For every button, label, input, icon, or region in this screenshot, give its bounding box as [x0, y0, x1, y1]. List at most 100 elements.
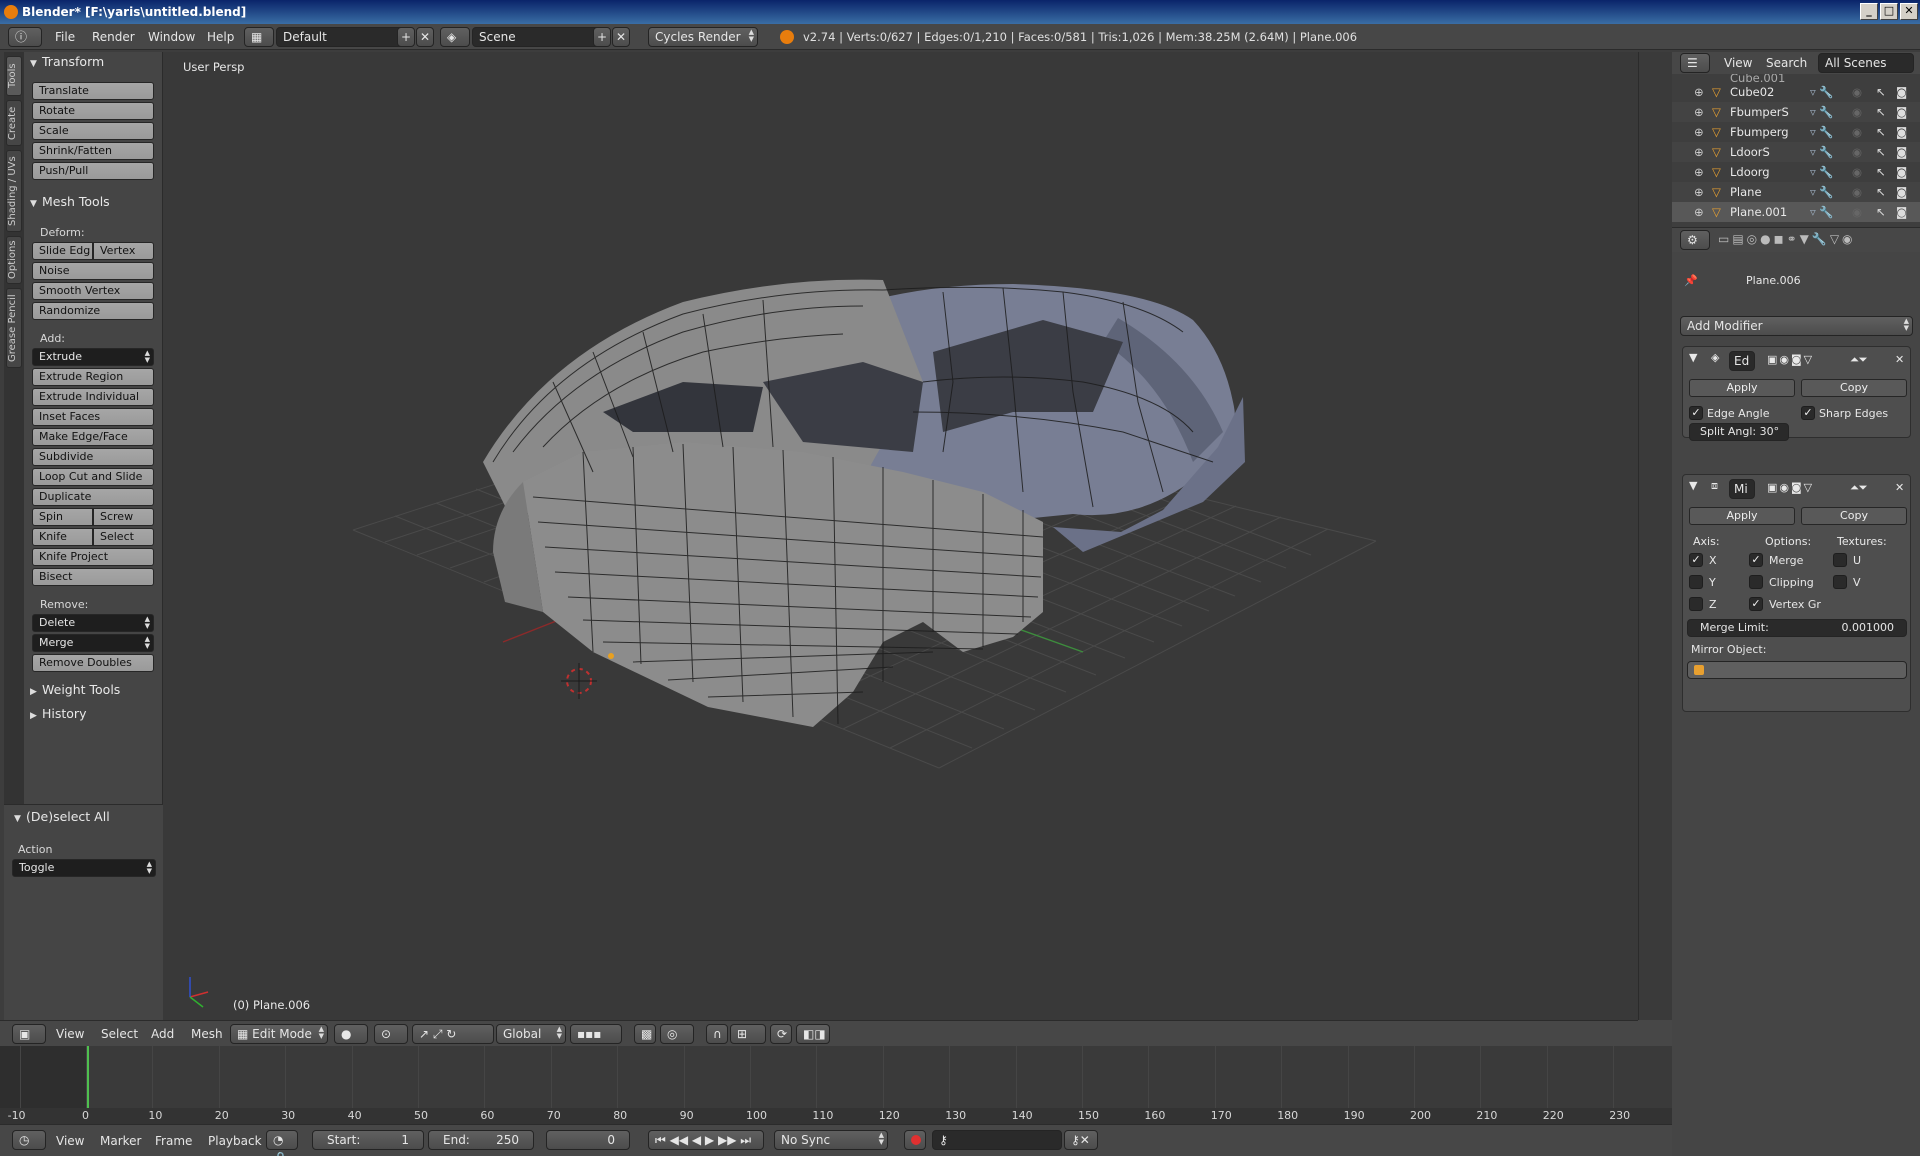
outliner-item[interactable]: ⊕ ▽ Ldoorg ▿ 🔧 ◉ ↖ ◙: [1672, 162, 1920, 182]
remove-doubles-button[interactable]: Remove Doubles: [32, 654, 154, 672]
make-edge-face-button[interactable]: Make Edge/Face: [32, 428, 154, 446]
select-arrow-icon[interactable]: ↖: [1876, 122, 1886, 142]
tab-shading-uvs[interactable]: Shading / UVs: [6, 150, 22, 232]
menu-render[interactable]: Render: [92, 24, 135, 50]
shrink-fatten-button[interactable]: Shrink/Fatten: [32, 142, 154, 160]
subdivide-button[interactable]: Subdivide: [32, 448, 154, 466]
outliner-item[interactable]: ⊕ ▽ Cube02 ▿ 🔧 ◉ ↖ ◙: [1672, 82, 1920, 102]
pin-icon[interactable]: 📌: [1684, 274, 1698, 287]
modifier-icons[interactable]: ▿ 🔧: [1810, 182, 1834, 202]
occlude-geometry-toggle[interactable]: ▩: [634, 1024, 656, 1044]
menu-select[interactable]: Select: [101, 1021, 138, 1047]
screen-layout-field[interactable]: Default: [276, 27, 412, 47]
edge-angle-checkbox[interactable]: ✓: [1689, 406, 1703, 420]
rotate-button[interactable]: Rotate: [32, 102, 154, 120]
render-camera-icon[interactable]: ◙: [1896, 102, 1907, 122]
scene-icon-button[interactable]: ◈: [440, 27, 470, 47]
visibility-eye-icon[interactable]: ◉: [1852, 162, 1862, 182]
select-arrow-icon[interactable]: ↖: [1876, 182, 1886, 202]
editor-type-properties-button[interactable]: ⚙: [1680, 230, 1710, 250]
add-scene-icon[interactable]: +: [593, 27, 611, 47]
deselect-all-panel-header[interactable]: ▼ (De)select All: [14, 807, 110, 827]
tab-options[interactable]: Options: [6, 236, 22, 284]
expand-plus-icon[interactable]: ⊕: [1694, 182, 1704, 202]
copy-button[interactable]: Copy: [1801, 379, 1907, 397]
visibility-eye-icon[interactable]: ◉: [1852, 182, 1862, 202]
menu-frame[interactable]: Frame: [155, 1128, 192, 1154]
move-up-down-icons[interactable]: ⏶⏷: [1850, 481, 1868, 495]
editor-type-timeline-button[interactable]: ◷: [12, 1130, 46, 1150]
editor-type-outliner-button[interactable]: ☰: [1680, 53, 1710, 73]
spin-button[interactable]: Spin: [32, 508, 93, 526]
editor-type-3d-button[interactable]: ▣: [12, 1024, 46, 1044]
outliner[interactable]: ☰ View Search All Scenes Cube.001 ⊕ ▽ Cube…: [1672, 52, 1920, 228]
remove-modifier-icon[interactable]: ✕: [1895, 481, 1904, 494]
sync-mode-dropdown[interactable]: No Sync ▲ ▼: [774, 1130, 888, 1150]
translate-button[interactable]: Translate: [32, 82, 154, 100]
inset-faces-button[interactable]: Inset Faces: [32, 408, 154, 426]
modifier-icons[interactable]: ▿ 🔧: [1810, 102, 1834, 122]
delete-scene-icon[interactable]: ✕: [612, 27, 630, 47]
split-angle-field[interactable]: Split Angl: 30°: [1689, 423, 1789, 441]
randomize-button[interactable]: Randomize: [32, 302, 154, 320]
expand-plus-icon[interactable]: ⊕: [1694, 162, 1704, 182]
slide-edge-button[interactable]: Slide Edg: [32, 242, 93, 260]
vertex-groups-checkbox[interactable]: ✓: [1749, 597, 1763, 611]
tab-grease-pencil[interactable]: Grease Pencil: [6, 288, 22, 368]
menu-add[interactable]: Add: [151, 1021, 174, 1047]
playback-controls[interactable]: ⏮ ◀◀ ◀ ▶ ▶▶ ⏭: [648, 1130, 764, 1150]
visibility-eye-icon[interactable]: ◉: [1852, 142, 1862, 162]
collapsed-area-strip[interactable]: [1638, 52, 1674, 1020]
modifier-visibility-icons[interactable]: ▣◉◙▽: [1767, 481, 1814, 494]
mode-dropdown[interactable]: ▦ Edit Mode ▲ ▼: [230, 1024, 328, 1044]
modifier-icons[interactable]: ▿ 🔧: [1810, 142, 1834, 162]
transform-panel-header[interactable]: ▼ Transform: [30, 52, 104, 72]
merge-checkbox[interactable]: ✓: [1749, 553, 1763, 567]
visibility-eye-icon[interactable]: ◉: [1852, 122, 1862, 142]
display-mode-dropdown[interactable]: All Scenes: [1818, 53, 1914, 73]
outliner-item[interactable]: ⊕ ▽ Fbumperg ▿ 🔧 ◉ ↖ ◙: [1672, 122, 1920, 142]
loop-cut-slide-button[interactable]: Loop Cut and Slide: [32, 468, 154, 486]
extrude-region-button[interactable]: Extrude Region: [32, 368, 154, 386]
apply-button[interactable]: Apply: [1689, 507, 1795, 525]
outliner-item[interactable]: ⊕ ▽ Plane.001 ▿ 🔧 ◉ ↖ ◙: [1672, 202, 1920, 222]
merge-dropdown[interactable]: Merge ▲ ▼: [32, 634, 154, 652]
apply-button[interactable]: Apply: [1689, 379, 1795, 397]
menu-view[interactable]: View: [1724, 50, 1752, 76]
render-camera-icon[interactable]: ◙: [1896, 162, 1907, 182]
extrude-dropdown[interactable]: Extrude ▲ ▼: [32, 348, 154, 366]
viewport-shading-dropdown[interactable]: ●: [334, 1024, 368, 1044]
preview-range-toggles[interactable]: ◔🔒: [266, 1130, 298, 1156]
slide-vertex-button[interactable]: Vertex: [93, 242, 154, 260]
texture-u-checkbox[interactable]: [1833, 553, 1847, 567]
render-camera-icon[interactable]: ◙: [1896, 182, 1907, 202]
clipping-checkbox[interactable]: [1749, 575, 1763, 589]
record-button[interactable]: [904, 1130, 926, 1150]
screen-layout-icon-button[interactable]: ▦: [244, 27, 274, 47]
history-panel-header[interactable]: ▶ History: [30, 704, 86, 724]
minimize-button[interactable]: _: [1860, 3, 1878, 20]
menu-file[interactable]: File: [55, 24, 75, 50]
axis-y-checkbox[interactable]: [1689, 575, 1703, 589]
snap-target-icon[interactable]: ⟳: [770, 1024, 792, 1044]
axis-z-checkbox[interactable]: [1689, 597, 1703, 611]
close-button[interactable]: ✕: [1900, 3, 1918, 20]
proportional-edit-dropdown[interactable]: ◎: [660, 1024, 694, 1044]
context-tab-icons[interactable]: ▭▤◎●◼⚭▼🔧▽◉: [1718, 232, 1856, 246]
action-dropdown[interactable]: Toggle ▲ ▼: [12, 859, 156, 877]
screw-button[interactable]: Screw: [93, 508, 154, 526]
scale-button[interactable]: Scale: [32, 122, 154, 140]
keying-set-field[interactable]: ⚷: [932, 1130, 1062, 1150]
modifier-icons[interactable]: ▿ 🔧: [1810, 122, 1834, 142]
extrude-individual-button[interactable]: Extrude Individual: [32, 388, 154, 406]
knife-button[interactable]: Knife: [32, 528, 93, 546]
tab-tools[interactable]: Tools: [6, 56, 22, 96]
duplicate-button[interactable]: Duplicate: [32, 488, 154, 506]
copy-button[interactable]: Copy: [1801, 507, 1907, 525]
bisect-button[interactable]: Bisect: [32, 568, 154, 586]
mirror-object-field[interactable]: [1687, 661, 1907, 679]
move-up-down-icons[interactable]: ⏶⏷: [1850, 353, 1868, 367]
expand-plus-icon[interactable]: ⊕: [1694, 202, 1704, 222]
add-layout-icon[interactable]: +: [397, 27, 415, 47]
tab-create[interactable]: Create: [6, 100, 22, 146]
